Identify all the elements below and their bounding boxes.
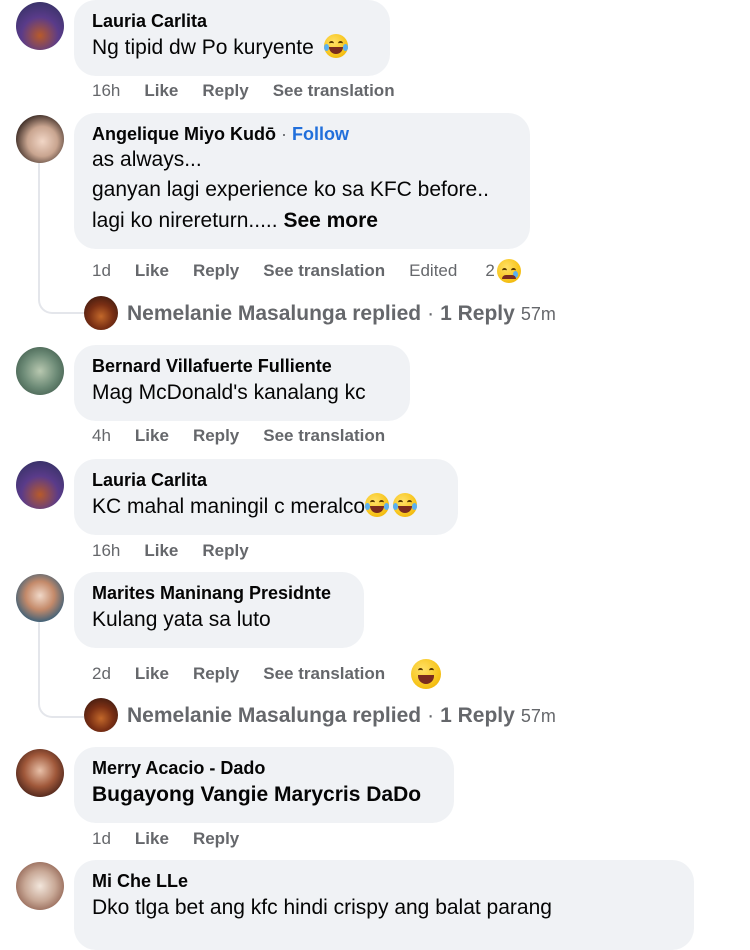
see-more-link[interactable]: See more [283, 209, 378, 232]
comment-author[interactable]: Angelique Miyo Kudō [92, 124, 276, 144]
comment-author[interactable]: Merry Acacio - Dado [92, 756, 434, 780]
reply-count: 1 Reply [440, 704, 515, 727]
like-button[interactable]: Like [135, 663, 169, 685]
separator-dot: · [427, 302, 435, 325]
comment-bubble: Mi Che LLe Dko tlga bet ang kfc hindi cr… [74, 860, 694, 950]
comment-text-line: as always... [92, 148, 202, 171]
avatar[interactable] [16, 574, 64, 622]
reply-button[interactable]: Reply [193, 425, 239, 447]
comment-time[interactable]: 16h [92, 80, 120, 102]
avatar[interactable] [16, 2, 64, 50]
comment-actions: 2d Like Reply See translation [92, 659, 442, 689]
separator-dot: · [281, 124, 288, 144]
like-button[interactable]: Like [144, 540, 178, 562]
reply-button[interactable]: Reply [193, 260, 239, 282]
reply-time: 57m [520, 304, 556, 324]
comment-author[interactable]: Bernard Villafuerte Fulliente [92, 354, 390, 378]
comment-time[interactable]: 4h [92, 425, 111, 447]
comment-bubble: Marites Maninang Presidnte Kulang yata s… [74, 572, 364, 648]
separator-dot: · [427, 704, 435, 727]
like-button[interactable]: Like [135, 828, 169, 850]
reaction-summary[interactable]: 2 [485, 259, 521, 283]
comment-text: Ng tipid dw Po kuryente [92, 36, 314, 59]
avatar[interactable] [16, 347, 64, 395]
reaction-count: 2 [485, 261, 495, 280]
comment-text: Mag McDonald's kanalang kc [92, 381, 366, 404]
comment-time[interactable]: 1d [92, 260, 111, 282]
comment-actions: 1d Like Reply See translation Edited 2 [92, 259, 521, 283]
reply-button[interactable]: Reply [193, 828, 239, 850]
view-replies-link[interactable]: Nemelanie Masalunga replied · 1 Reply 57… [127, 300, 556, 328]
replied-author: Nemelanie Masalunga replied [127, 704, 422, 727]
comment-time[interactable]: 1d [92, 828, 111, 850]
comment-actions: 1d Like Reply [92, 828, 263, 850]
see-translation-button[interactable]: See translation [263, 663, 385, 685]
tagged-names[interactable]: Bugayong Vangie Marycris DaDo [92, 780, 434, 810]
comment-bubble: Angelique Miyo Kudō · Follow as always..… [74, 113, 530, 249]
see-translation-button[interactable]: See translation [263, 425, 385, 447]
comment-text-line: ganyan lagi experience ko sa KFC before.… [92, 178, 489, 201]
comment-text: Dko tlga bet ang kfc hindi crispy ang ba… [92, 896, 552, 919]
comment-author[interactable]: Lauria Carlita [92, 468, 438, 492]
comment-author[interactable]: Lauria Carlita [92, 9, 370, 33]
like-button[interactable]: Like [144, 80, 178, 102]
avatar[interactable] [84, 698, 118, 732]
avatar[interactable] [84, 296, 118, 330]
comment-bubble: Lauria Carlita Ng tipid dw Po kuryente [74, 0, 390, 76]
replied-author: Nemelanie Masalunga replied [127, 302, 422, 325]
comment-time[interactable]: 16h [92, 540, 120, 562]
reply-button[interactable]: Reply [193, 663, 239, 685]
comment-bubble: Lauria Carlita KC mahal maningil c meral… [74, 459, 458, 535]
sad-reaction-icon [496, 259, 521, 283]
reply-button[interactable]: Reply [202, 540, 248, 562]
follow-button[interactable]: Follow [292, 124, 349, 144]
comment-actions: 4h Like Reply See translation [92, 425, 409, 447]
see-translation-button[interactable]: See translation [263, 260, 385, 282]
laughing-emoji-icon [365, 493, 390, 518]
like-button[interactable]: Like [135, 260, 169, 282]
laughing-emoji-icon [393, 493, 418, 518]
reply-button[interactable]: Reply [202, 80, 248, 102]
comment-author[interactable]: Marites Maninang Presidnte [92, 581, 344, 605]
like-button[interactable]: Like [135, 425, 169, 447]
comment-actions: 16h Like Reply [92, 540, 273, 562]
view-replies-link[interactable]: Nemelanie Masalunga replied · 1 Reply 57… [127, 702, 556, 730]
laugh-reaction-icon[interactable] [411, 659, 442, 689]
reply-time: 57m [520, 706, 556, 726]
comment-actions: 16h Like Reply See translation [92, 80, 419, 102]
comment-text-line: lagi ko nirereturn..... [92, 209, 278, 232]
avatar[interactable] [16, 749, 64, 797]
laughing-emoji-icon [323, 34, 348, 59]
comment-bubble: Bernard Villafuerte Fulliente Mag McDona… [74, 345, 410, 421]
comment-author[interactable]: Mi Che LLe [92, 869, 674, 893]
avatar[interactable] [16, 461, 64, 509]
edited-label: Edited [409, 261, 458, 280]
avatar[interactable] [16, 862, 64, 910]
reply-count: 1 Reply [440, 302, 515, 325]
comment-time[interactable]: 2d [92, 663, 111, 685]
comment-text: Kulang yata sa luto [92, 608, 271, 631]
comment-text: KC mahal maningil c meralco [92, 495, 366, 518]
avatar[interactable] [16, 115, 64, 163]
see-translation-button[interactable]: See translation [273, 80, 395, 102]
comment-bubble: Merry Acacio - Dado Bugayong Vangie Mary… [74, 747, 454, 823]
